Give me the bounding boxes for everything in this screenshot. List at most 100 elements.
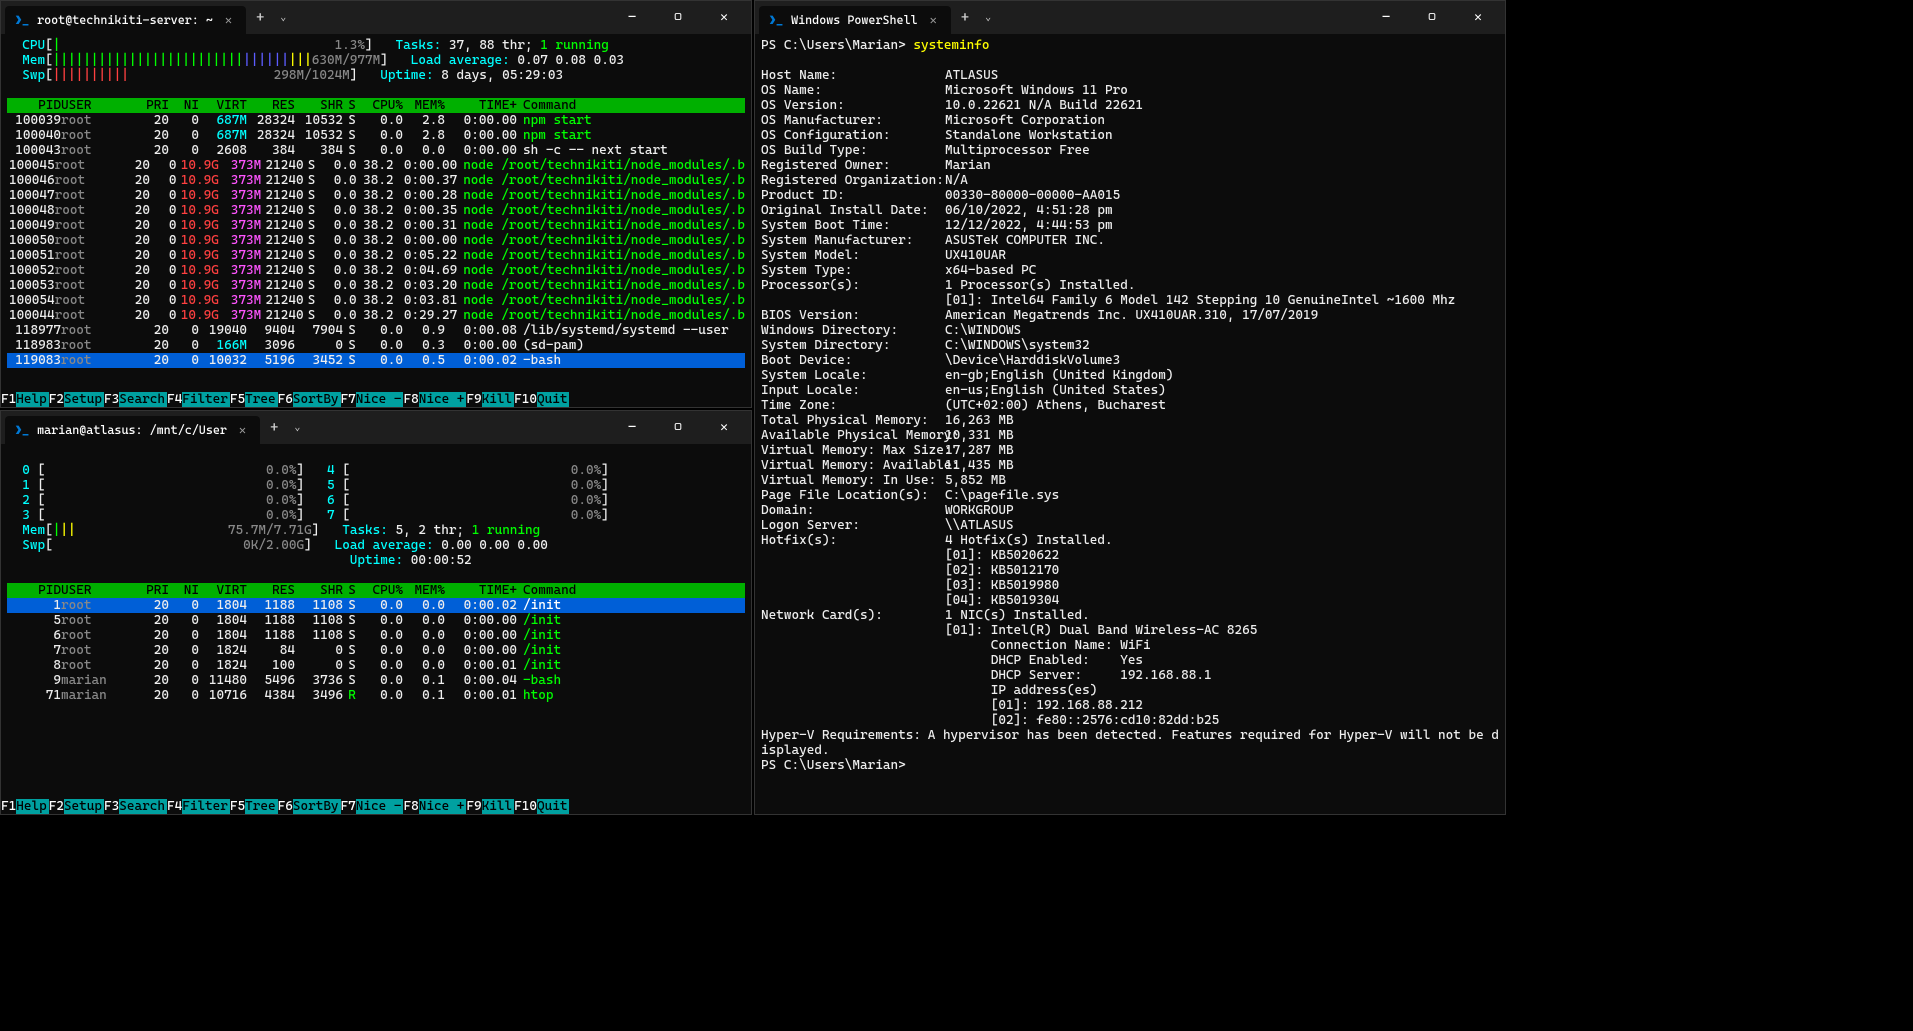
systeminfo-line: Windows Directory:C:\WINDOWS — [761, 323, 1499, 338]
systeminfo-line: [03]: KB5019980 — [761, 578, 1499, 593]
process-row[interactable]: 119083 root2001003251963452S0.00.50:00.0… — [7, 353, 745, 368]
maximize-button[interactable]: ▢ — [1409, 1, 1455, 34]
process-row[interactable]: 5 root200180411881108S0.00.00:00.00/init — [7, 613, 745, 628]
fkey-F7[interactable]: F7 — [341, 392, 356, 407]
process-row[interactable]: 118983 root200166M30960S0.00.30:00.00(sd… — [7, 338, 745, 353]
tab-right[interactable]: ❯_ Windows PowerShell ✕ — [759, 6, 951, 34]
systeminfo-line: System Manufacturer:ASUSTeK COMPUTER INC… — [761, 233, 1499, 248]
process-row[interactable]: 6 root200180411881108S0.00.00:00.00/init — [7, 628, 745, 643]
process-row[interactable]: 100047 root20010.9G373M21240S0.038.20:00… — [7, 188, 745, 203]
fkey-F3[interactable]: F3 — [104, 392, 119, 407]
terminal-powershell[interactable]: PS C:\Users\Marian> systeminfo Host Name… — [755, 34, 1505, 777]
close-icon[interactable]: ✕ — [221, 13, 236, 27]
fkey-F5[interactable]: F5 — [230, 799, 245, 814]
pane-right-powershell: ❯_ Windows PowerShell ✕ + ⌄ — ▢ ✕ PS C:\… — [754, 0, 1506, 815]
process-row[interactable]: 118977 root2001904094047904S0.00.90:00.0… — [7, 323, 745, 338]
systeminfo-line: [01]: Intel64 Family 6 Model 142 Steppin… — [761, 293, 1499, 308]
minimize-button[interactable]: — — [609, 1, 655, 34]
process-row[interactable]: 100052 root20010.9G373M21240S0.038.20:04… — [7, 263, 745, 278]
tab-title: Windows PowerShell — [791, 13, 918, 27]
htop-fkeys: F1Help F2Setup F3SearchF4FilterF5Tree F6… — [1, 799, 751, 814]
powershell-icon: ❯_ — [15, 423, 29, 437]
systeminfo-line: System Boot Time:12/12/2022, 4:44:53 pm — [761, 218, 1499, 233]
close-icon[interactable]: ✕ — [235, 423, 250, 437]
pane-botleft-htop: ❯_ marian@atlasus: /mnt/c/User ✕ + ⌄ — ▢… — [0, 410, 752, 815]
systeminfo-line: Virtual Memory: Available:11,435 MB — [761, 458, 1499, 473]
minimize-button[interactable]: — — [609, 411, 655, 444]
chevron-down-icon[interactable]: ⌄ — [274, 12, 292, 23]
close-button[interactable]: ✕ — [701, 411, 747, 444]
systeminfo-line: OS Name:Microsoft Windows 11 Pro — [761, 83, 1499, 98]
systeminfo-line: Registered Organization:N/A — [761, 173, 1499, 188]
process-row[interactable]: 71 marian2001071643843496R0.00.10:00.01h… — [7, 688, 745, 703]
fkey-F6[interactable]: F6 — [278, 799, 293, 814]
systeminfo-line: Network Card(s):1 NIC(s) Installed. — [761, 608, 1499, 623]
titlebar-topleft: ❯_ root@technikiti-server: ~ ✕ + ⌄ — ▢ ✕ — [1, 1, 751, 34]
powershell-icon: ❯_ — [15, 13, 29, 27]
fkey-F9[interactable]: F9 — [466, 799, 481, 814]
process-row[interactable]: 7 root2001824840S0.00.00:00.00/init — [7, 643, 745, 658]
process-row[interactable]: 100049 root20010.9G373M21240S0.038.20:00… — [7, 218, 745, 233]
systeminfo-line: Total Physical Memory:16,263 MB — [761, 413, 1499, 428]
systeminfo-line: Product ID:00330-80000-00000-AA015 — [761, 188, 1499, 203]
new-tab-button[interactable]: + — [246, 10, 274, 26]
process-table-header: PID USERPRINIVIRTRESSHRSCPU%MEM%TIME+Com… — [7, 98, 745, 113]
chevron-down-icon[interactable]: ⌄ — [979, 12, 997, 23]
process-row[interactable]: 100051 root20010.9G373M21240S0.038.20:05… — [7, 248, 745, 263]
process-row[interactable]: 100053 root20010.9G373M21240S0.038.20:03… — [7, 278, 745, 293]
fkey-F6[interactable]: F6 — [278, 392, 293, 407]
fkey-F1[interactable]: F1 — [1, 799, 16, 814]
fkey-F4[interactable]: F4 — [167, 392, 182, 407]
tab-botleft[interactable]: ❯_ marian@atlasus: /mnt/c/User ✕ — [5, 416, 260, 444]
systeminfo-line: [02]: fe80::2576:cd10:82dd:b25 — [761, 713, 1499, 728]
titlebar-botleft: ❯_ marian@atlasus: /mnt/c/User ✕ + ⌄ — ▢… — [1, 411, 751, 444]
fkey-F8[interactable]: F8 — [403, 392, 418, 407]
fkey-F9[interactable]: F9 — [466, 392, 481, 407]
process-row[interactable]: 100054 root20010.9G373M21240S0.038.20:03… — [7, 293, 745, 308]
maximize-button[interactable]: ▢ — [655, 1, 701, 34]
process-row[interactable]: 100039 root200687M2832410532S0.02.80:00.… — [7, 113, 745, 128]
systeminfo-line: Hyper-V Requirements:A hypervisor has be… — [761, 728, 1499, 743]
fkey-F10[interactable]: F10 — [514, 392, 537, 407]
systeminfo-line: BIOS Version:American Megatrends Inc. UX… — [761, 308, 1499, 323]
process-row[interactable]: 100045 root20010.9G373M21240S0.038.20:00… — [7, 158, 745, 173]
systeminfo-line: Page File Location(s):C:\pagefile.sys — [761, 488, 1499, 503]
new-tab-button[interactable]: + — [951, 10, 979, 26]
terminal-htop-server[interactable]: CPU[| 1.3%] Tasks: 37, 88 thr; 1 running… — [1, 34, 751, 372]
fkey-F7[interactable]: F7 — [341, 799, 356, 814]
tab-title: root@technikiti-server: ~ — [37, 13, 213, 27]
close-button[interactable]: ✕ — [701, 1, 747, 34]
systeminfo-line: isplayed. — [761, 743, 1499, 758]
systeminfo-line: Connection Name: WiFi — [761, 638, 1499, 653]
process-row[interactable]: 9 marian2001148054963736S0.00.10:00.04-b… — [7, 673, 745, 688]
fkey-F10[interactable]: F10 — [514, 799, 537, 814]
systeminfo-line: [04]: KB5019304 — [761, 593, 1499, 608]
tab-topleft[interactable]: ❯_ root@technikiti-server: ~ ✕ — [5, 6, 246, 34]
systeminfo-line: Domain:WORKGROUP — [761, 503, 1499, 518]
fkey-F3[interactable]: F3 — [104, 799, 119, 814]
close-button[interactable]: ✕ — [1455, 1, 1501, 34]
process-row[interactable]: 100043 root2002608384384S0.00.00:00.00sh… — [7, 143, 745, 158]
process-row[interactable]: 100046 root20010.9G373M21240S0.038.20:00… — [7, 173, 745, 188]
fkey-F2[interactable]: F2 — [49, 799, 64, 814]
fkey-F4[interactable]: F4 — [167, 799, 182, 814]
systeminfo-line: Virtual Memory: In Use:5,852 MB — [761, 473, 1499, 488]
close-icon[interactable]: ✕ — [926, 13, 941, 27]
maximize-button[interactable]: ▢ — [655, 411, 701, 444]
fkey-F2[interactable]: F2 — [49, 392, 64, 407]
process-row[interactable]: 8 root20018241000S0.00.00:00.01/init — [7, 658, 745, 673]
process-row[interactable]: 100048 root20010.9G373M21240S0.038.20:00… — [7, 203, 745, 218]
systeminfo-line: DHCP Server: 192.168.88.1 — [761, 668, 1499, 683]
terminal-htop-local[interactable]: 0 [ 0.0%] 4 [ 0.0%] 1 [ 0.0%] 5 [ 0.0%] … — [1, 444, 751, 707]
fkey-F5[interactable]: F5 — [230, 392, 245, 407]
new-tab-button[interactable]: + — [260, 420, 288, 436]
process-row[interactable]: 100044 root20010.9G373M21240S0.038.20:29… — [7, 308, 745, 323]
minimize-button[interactable]: — — [1363, 1, 1409, 34]
fkey-F8[interactable]: F8 — [403, 799, 418, 814]
chevron-down-icon[interactable]: ⌄ — [288, 422, 306, 433]
process-row[interactable]: 1 root200180411881108S0.00.00:00.02/init — [7, 598, 745, 613]
process-row[interactable]: 100050 root20010.9G373M21240S0.038.20:00… — [7, 233, 745, 248]
process-row[interactable]: 100040 root200687M2832410532S0.02.80:00.… — [7, 128, 745, 143]
fkey-F1[interactable]: F1 — [1, 392, 16, 407]
systeminfo-line: Registered Owner:Marian — [761, 158, 1499, 173]
